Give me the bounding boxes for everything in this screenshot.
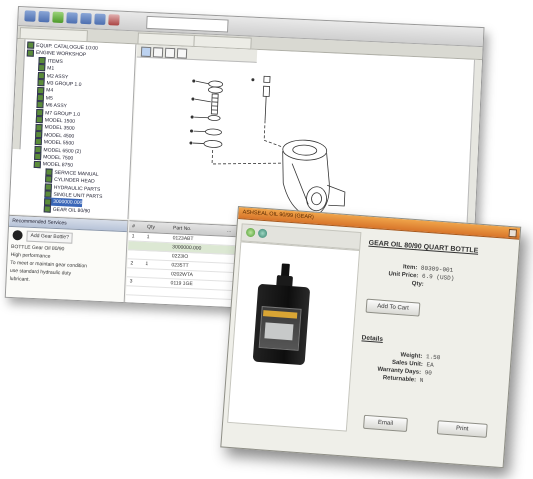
table-cell: 3 [129,278,133,285]
folder-icon [34,138,43,146]
help-line: lubricant. [9,275,31,283]
screenshot-scene: EQUIP. CATALOGUE 10:00 ENGINE WORKSHOP ITE… [0,0,533,479]
column-header[interactable]: ... [227,226,232,236]
folder-icon [36,93,45,102]
zoom-out-icon[interactable] [164,47,176,59]
home-icon[interactable] [52,11,64,24]
help-panel: Recommended Services Add Gear Bottle? BO… [5,214,129,304]
product-detail-dialog: ASHSEAL OIL 90/99 (GEAR) GEAR OIL 80/90 … [220,206,522,469]
folder-icon [37,71,46,80]
folder-icon [43,205,51,213]
help-line: BOTTLE Gear Oil 80/90 [10,243,65,253]
folder-icon [33,160,42,168]
folder-icon [35,123,43,131]
stop-icon[interactable] [108,14,120,26]
folder-icon [34,145,42,153]
folder-icon [36,108,44,117]
product-image [227,241,361,432]
address-field[interactable] [146,15,229,33]
folder-icon [34,153,42,161]
folder-icon [36,101,44,109]
returnable-value: N [419,376,424,385]
item-label: Item: [402,264,418,272]
add-to-cart-button[interactable]: Add To Cart [365,298,421,317]
green-arrow-icon[interactable] [245,227,256,238]
returnable-row: Returnable: N [382,374,424,385]
help-line: High performance [10,251,51,260]
catalog-tree: EQUIP. CATALOGUE 10:00 ENGINE WORKSHOP ITE… [9,39,137,220]
details-heading: Details [361,334,384,343]
question-icon [12,229,23,241]
folder-icon [37,86,45,94]
back-icon[interactable] [24,10,36,22]
table-cell: 0235TT [171,262,189,270]
folder-icon [26,49,35,57]
column-header[interactable]: # [132,221,135,231]
folder-icon [35,130,43,139]
table-cell: 0119 1GE [170,280,193,288]
tree-item-label: M4 [46,87,54,95]
search-icon[interactable] [80,12,92,25]
print-icon[interactable] [66,12,78,24]
qty-label: Qty: [411,280,424,288]
zoom-in-icon[interactable] [152,47,164,58]
table-cell: 0123ABT [172,235,194,243]
tree-item-label: M5 [45,95,53,102]
table-cell: 0223IO [171,253,189,260]
tree-item-label: GEAR OIL 80/90 [52,206,91,215]
column-header[interactable]: Qty [147,222,155,232]
product-title: GEAR OIL 80/90 QUART BOTTLE [368,239,479,255]
folder-icon [45,168,53,176]
folder-icon [35,116,44,124]
table-cell: 1 [146,234,150,241]
bottle-label-window [264,322,294,341]
add-icon[interactable] [257,228,268,239]
folder-icon [45,175,53,184]
table-cell: 3000000.000 [172,244,202,252]
add-gear-bottle-button[interactable]: Add Gear Bottle? [26,230,74,244]
folder-icon [44,190,52,198]
weight-value: 1.50 [425,353,441,362]
select-tool-icon[interactable] [140,46,152,58]
folder-icon [37,79,45,87]
email-button[interactable]: Email [363,414,408,432]
gear-assembly-drawing [189,75,346,229]
sales-unit-value: EA [426,361,434,369]
folder-icon [27,41,35,49]
tree-item-label: M1 [47,65,55,72]
forward-icon[interactable] [38,10,50,23]
column-header[interactable]: Part No. [173,223,192,234]
unit-price-value: 6.9 (USD) [421,272,455,283]
settings-icon[interactable] [94,13,106,25]
unit-price-label: Unit Price: [388,271,419,280]
close-icon[interactable] [508,228,518,238]
print-button[interactable]: Print [436,420,488,438]
table-cell: 0202WTA [170,271,193,279]
folder-icon [38,64,46,72]
returnable-label: Returnable: [382,375,417,384]
exploded-drawing-panel [129,44,483,235]
warranty-days-value: 90 [424,369,433,377]
table-cell: 2 [130,260,134,267]
table-cell: 1 [131,233,135,240]
folder-icon [38,56,46,65]
qty-row: Qty: [411,280,424,289]
folder-icon [44,183,52,191]
tree-item[interactable]: GEAR OIL 80/90 [43,205,91,215]
table-cell: 1 [145,261,149,268]
folder-icon [44,197,52,206]
pan-icon[interactable] [176,48,188,59]
